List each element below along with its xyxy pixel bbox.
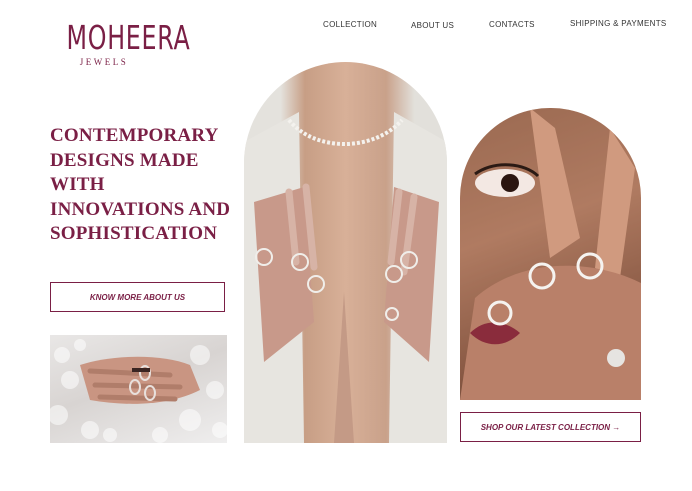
model-face-illustration (460, 108, 641, 400)
hand-in-foam-illustration (50, 339, 227, 443)
nav-contacts[interactable]: CONTACTS (489, 20, 535, 29)
nav-shipping-payments[interactable]: SHIPPING & PAYMENTS (570, 19, 667, 28)
nav-collection[interactable]: COLLECTION (323, 20, 377, 29)
headline-line-2: DESIGNS MADE WITH (50, 149, 199, 196)
headline-line-4: SOPHISTICATION (50, 223, 218, 244)
model-necklace-photo (244, 62, 447, 443)
brand-name: MOHEERA (66, 18, 191, 57)
know-more-button[interactable]: KNOW MORE ABOUT US (50, 282, 225, 312)
model-face-photo (460, 108, 641, 400)
nav-about-us[interactable]: ABOUT US (411, 21, 454, 30)
model-necklace-illustration (244, 112, 447, 443)
headline-line-1: CONTEMPORARY (50, 125, 219, 146)
hero-headline: CONTEMPORARY DESIGNS MADE WITH INNOVATIO… (50, 124, 240, 247)
headline-line-3: INNOVATIONS AND (50, 198, 231, 220)
hand-in-foam-photo (50, 335, 227, 443)
shop-collection-button[interactable]: SHOP OUR LATEST COLLECTION → (460, 412, 641, 442)
brand-logo[interactable]: MOHEERA JEWELS (52, 18, 191, 68)
brand-tagline: JEWELS (79, 57, 129, 67)
